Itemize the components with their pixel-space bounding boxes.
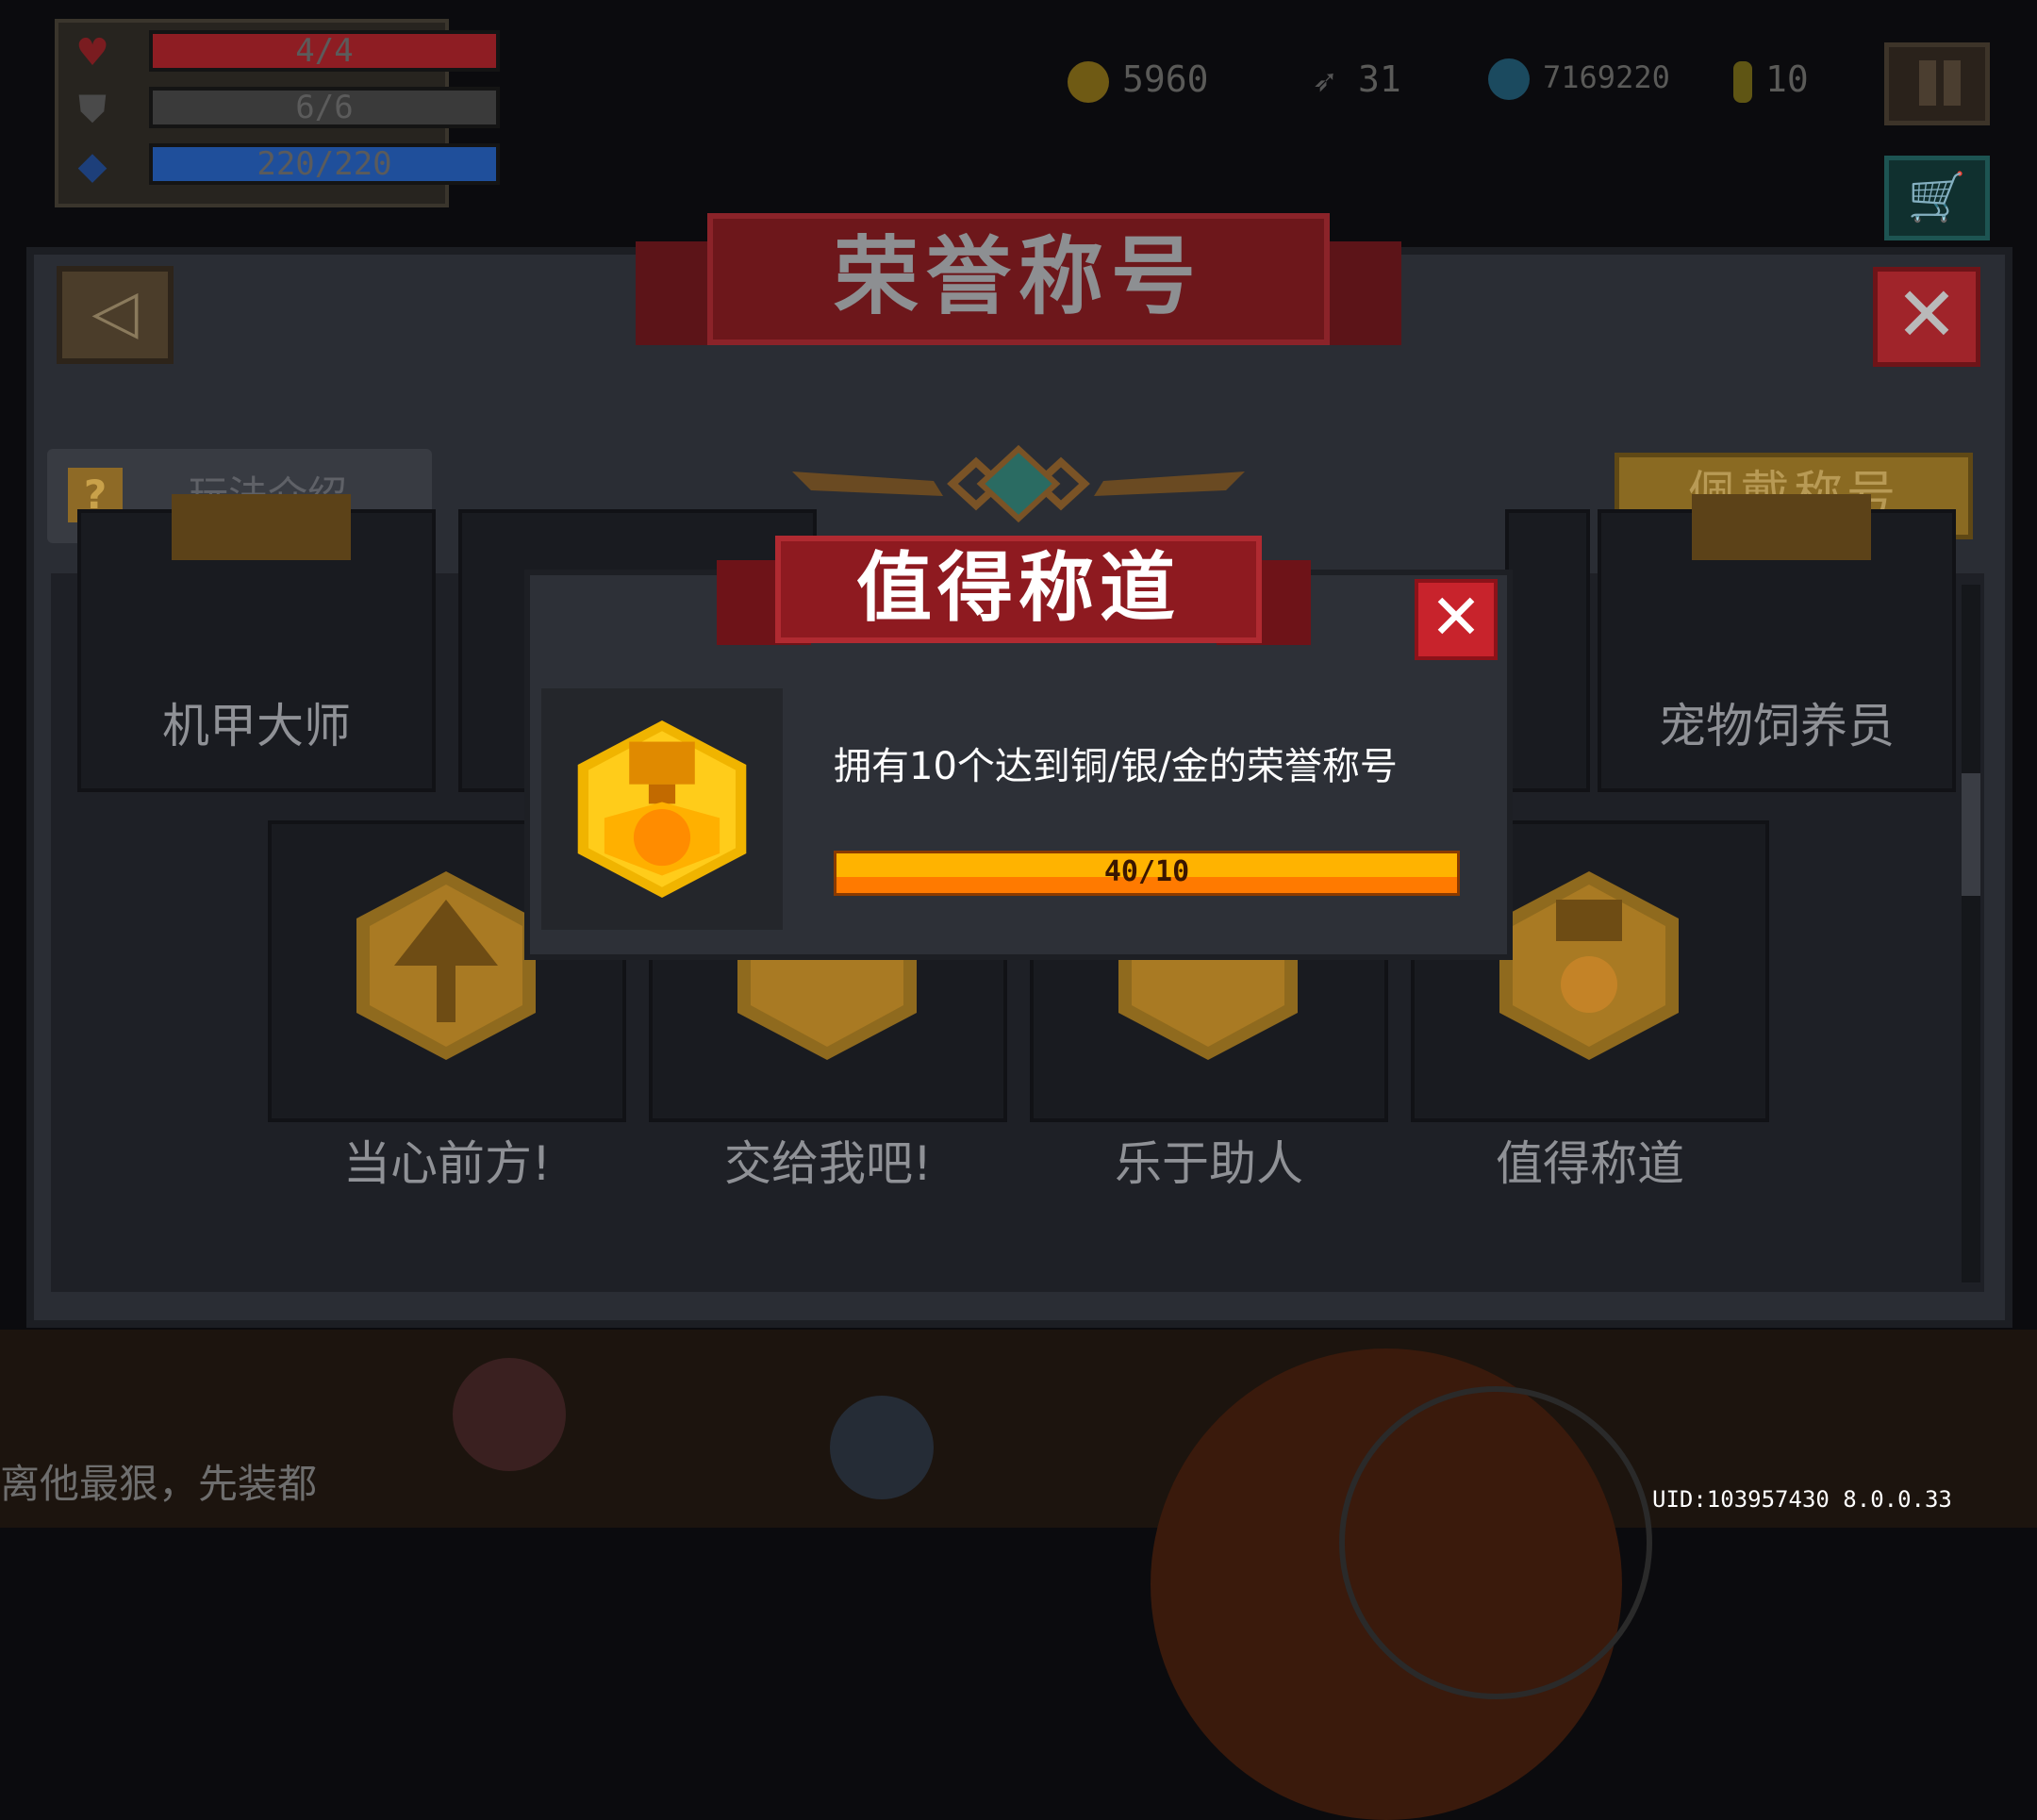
pause-button[interactable]	[1884, 42, 1990, 125]
ornament-divider	[792, 444, 1245, 523]
shop-cart-button[interactable]: 🛒	[1884, 156, 1990, 240]
back-button[interactable]: ◁	[57, 266, 174, 364]
armor-row: ⛊ 6/6	[72, 87, 500, 132]
hp-bar: 4/4	[149, 30, 500, 72]
modal-description: 拥有10个达到铜/银/金的荣誉称号	[834, 745, 1398, 788]
title-card-label: 宠物饲养员	[1659, 699, 1895, 753]
badge-icon	[172, 494, 351, 560]
close-icon: ✕	[1895, 271, 1959, 358]
arrow-sign-badge-icon	[356, 871, 536, 1060]
close-icon: ✕	[1430, 581, 1482, 654]
feather-icon: ➶	[1312, 59, 1336, 104]
panel-title: 荣誉称号	[707, 213, 1330, 345]
hp-text: 4/4	[295, 32, 354, 70]
heart-icon: ♥	[75, 31, 109, 74]
energy-row: ◆ 220/220	[72, 143, 500, 189]
armor-text: 6/6	[295, 89, 354, 126]
joystick-ring	[1339, 1386, 1652, 1699]
uid-version-label: UID:103957430 8.0.0.33	[1652, 1486, 1952, 1513]
title-card-label: 乐于助人	[1115, 1136, 1303, 1191]
title-card-label: 当心前方!	[342, 1136, 552, 1191]
energy-crystal-icon: ◆	[77, 144, 108, 188]
gold-counter: 5960	[1068, 58, 1209, 121]
gold-coin-icon	[1068, 60, 1109, 103]
badge-icon	[1692, 494, 1871, 560]
feather-value: 31	[1358, 58, 1401, 100]
gem-icon	[1488, 58, 1530, 100]
energy-bar: 220/220	[149, 143, 500, 185]
cart-icon: 🛒	[1907, 170, 1967, 224]
gem-counter: 7169220	[1488, 58, 1670, 121]
background-caption: 离他最狠，先装都	[0, 1461, 318, 1507]
title-card[interactable]: 宠物饲养员	[1598, 494, 1956, 792]
character-sprite	[453, 1358, 566, 1471]
token-icon	[1733, 60, 1752, 103]
close-panel-button[interactable]: ✕	[1873, 267, 1980, 367]
pause-icon-bar	[1944, 60, 1961, 106]
close-modal-button[interactable]: ✕	[1415, 579, 1498, 660]
title-card[interactable]: 机甲大师	[77, 494, 436, 792]
player-stats-panel: ♥ 4/4 ⛊ 6/6 ◆ 220/220	[55, 19, 500, 207]
energy-text: 220/220	[257, 145, 392, 183]
feather-counter: ➶ 31	[1303, 58, 1401, 121]
gold-value: 5960	[1122, 58, 1209, 100]
trophy-badge-icon	[577, 720, 747, 898]
token-value: 10	[1765, 58, 1809, 100]
exit-arrow-icon: ◁	[91, 277, 139, 347]
gem-value: 7169220	[1543, 59, 1670, 95]
trophy-badge-icon	[1499, 871, 1679, 1060]
list-scrollbar[interactable]	[1962, 585, 1980, 1282]
armor-bar: 6/6	[149, 87, 500, 128]
title-card[interactable]	[1505, 509, 1590, 792]
modal-title: 值得称道	[775, 536, 1262, 643]
title-card-label: 机甲大师	[162, 699, 351, 753]
character-sprite	[830, 1396, 934, 1499]
title-card-label: 值得称道	[1496, 1136, 1684, 1191]
scrollbar-thumb[interactable]	[1962, 773, 1980, 896]
modal-title-banner: 值得称道	[717, 536, 1311, 668]
modal-badge-frame	[541, 688, 783, 930]
shield-icon: ⛊	[78, 88, 107, 131]
title-progress-bar: 40/10	[834, 851, 1460, 896]
token-counter: 10	[1733, 58, 1809, 121]
hp-row: ♥ 4/4	[72, 30, 500, 75]
panel-title-banner: 荣誉称号	[636, 213, 1401, 364]
title-card-label: 交给我吧!	[723, 1136, 933, 1191]
pause-icon	[1919, 60, 1936, 106]
progress-text: 40/10	[1103, 855, 1190, 888]
